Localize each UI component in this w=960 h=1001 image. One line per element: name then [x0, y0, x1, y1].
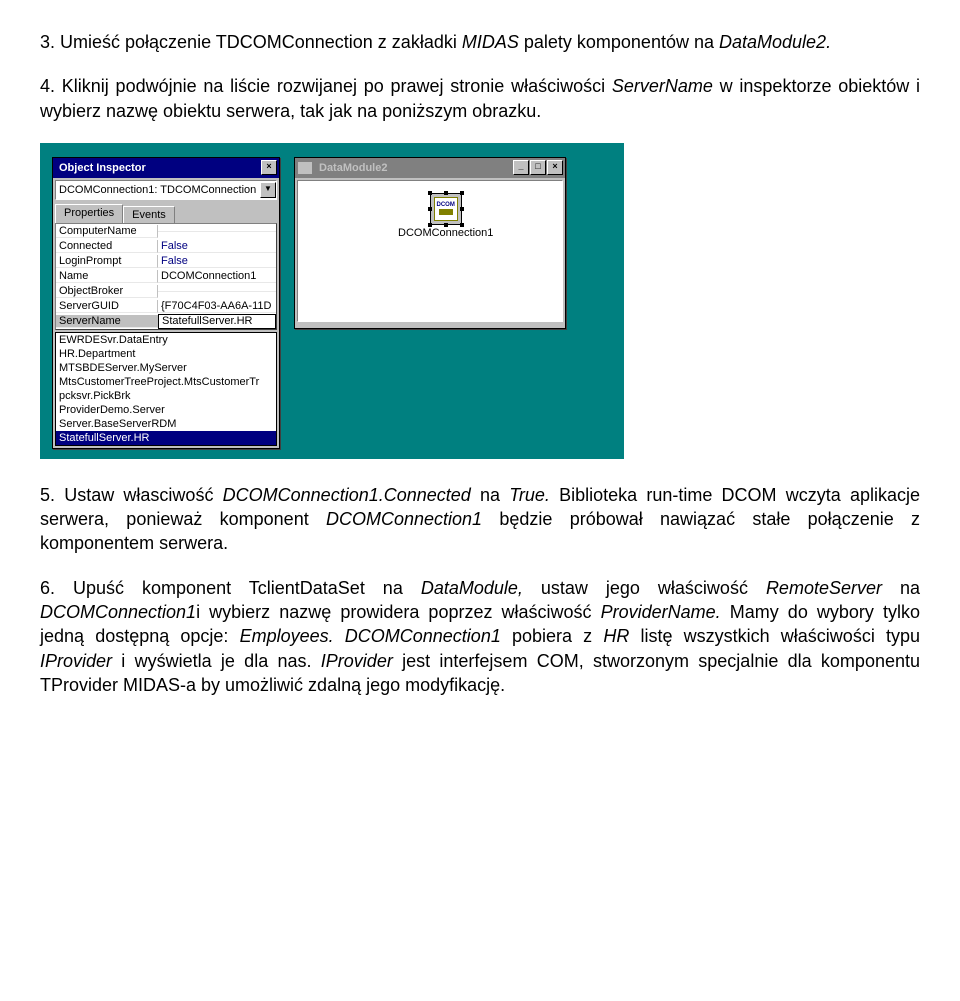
inspector-title: Object Inspector: [55, 162, 260, 174]
dcomconnection-component[interactable]: DCOM DCOMConnection1: [398, 193, 493, 239]
datamodule-title: DataModule2: [315, 162, 512, 174]
close-icon[interactable]: ×: [261, 160, 277, 175]
maximize-icon[interactable]: □: [530, 160, 546, 175]
servername-dropdown[interactable]: EWRDESvr.DataEntry HR.Department MTSBDES…: [55, 332, 277, 446]
close-icon[interactable]: ×: [547, 160, 563, 175]
dropdown-item[interactable]: ProviderDemo.Server: [56, 403, 276, 417]
component-selector[interactable]: DCOMConnection1: TDCOMConnection ▼: [55, 180, 277, 200]
dropdown-item[interactable]: MTSBDEServer.MyServer: [56, 361, 276, 375]
paragraph-5: 5. Ustaw własciwość DCOMConnection1.Conn…: [40, 483, 920, 556]
dropdown-item-selected[interactable]: StatefullServer.HR: [56, 431, 276, 445]
property-grid[interactable]: ComputerName ConnectedFalse LoginPromptF…: [55, 223, 277, 330]
paragraph-3: 3. Umieść połączenie TDCOMConnection z z…: [40, 30, 920, 54]
list-number: 4.: [40, 76, 62, 96]
list-number: 5.: [40, 485, 64, 505]
datamodule-titlebar[interactable]: DataModule2 _ □ ×: [295, 158, 565, 178]
dcom-icon[interactable]: DCOM: [430, 193, 462, 225]
list-number: 6.: [40, 578, 73, 598]
dropdown-item[interactable]: HR.Department: [56, 347, 276, 361]
prop-row[interactable]: ServerGUID{F70C4F03-AA6A-11D: [56, 299, 276, 314]
prop-row[interactable]: ComputerName: [56, 224, 276, 239]
delphi-screenshot: Object Inspector × DCOMConnection1: TDCO…: [40, 143, 624, 459]
inspector-titlebar[interactable]: Object Inspector ×: [53, 158, 279, 178]
datamodule-canvas[interactable]: DCOM DCOMConnection1: [297, 180, 563, 322]
prop-row[interactable]: NameDCOMConnection1: [56, 269, 276, 284]
app-icon: [297, 161, 313, 175]
object-inspector-window: Object Inspector × DCOMConnection1: TDCO…: [52, 157, 280, 449]
chevron-down-icon[interactable]: ▼: [260, 182, 276, 198]
prop-row[interactable]: ConnectedFalse: [56, 239, 276, 254]
tab-events[interactable]: Events: [123, 206, 175, 223]
dropdown-item[interactable]: pcksvr.PickBrk: [56, 389, 276, 403]
list-number: 3.: [40, 32, 60, 52]
inspector-tabs: Properties Events: [55, 204, 277, 223]
paragraph-6: 6. Upuść komponent TclientDataSet na Dat…: [40, 576, 920, 697]
paragraph-4: 4. Kliknij podwójnie na liście rozwijane…: [40, 74, 920, 123]
dropdown-item[interactable]: EWRDESvr.DataEntry: [56, 333, 276, 347]
dropdown-item[interactable]: MtsCustomerTreeProject.MtsCustomerTr: [56, 375, 276, 389]
prop-row[interactable]: ObjectBroker: [56, 284, 276, 299]
component-label: DCOMConnection1: [398, 227, 493, 239]
tab-properties[interactable]: Properties: [55, 204, 123, 223]
datamodule-window: DataModule2 _ □ × DCOM DCOMConnection1: [294, 157, 566, 329]
minimize-icon[interactable]: _: [513, 160, 529, 175]
prop-row[interactable]: LoginPromptFalse: [56, 254, 276, 269]
prop-row-servername[interactable]: ServerNameStatefullServer.HR: [56, 314, 276, 329]
dropdown-item[interactable]: Server.BaseServerRDM: [56, 417, 276, 431]
